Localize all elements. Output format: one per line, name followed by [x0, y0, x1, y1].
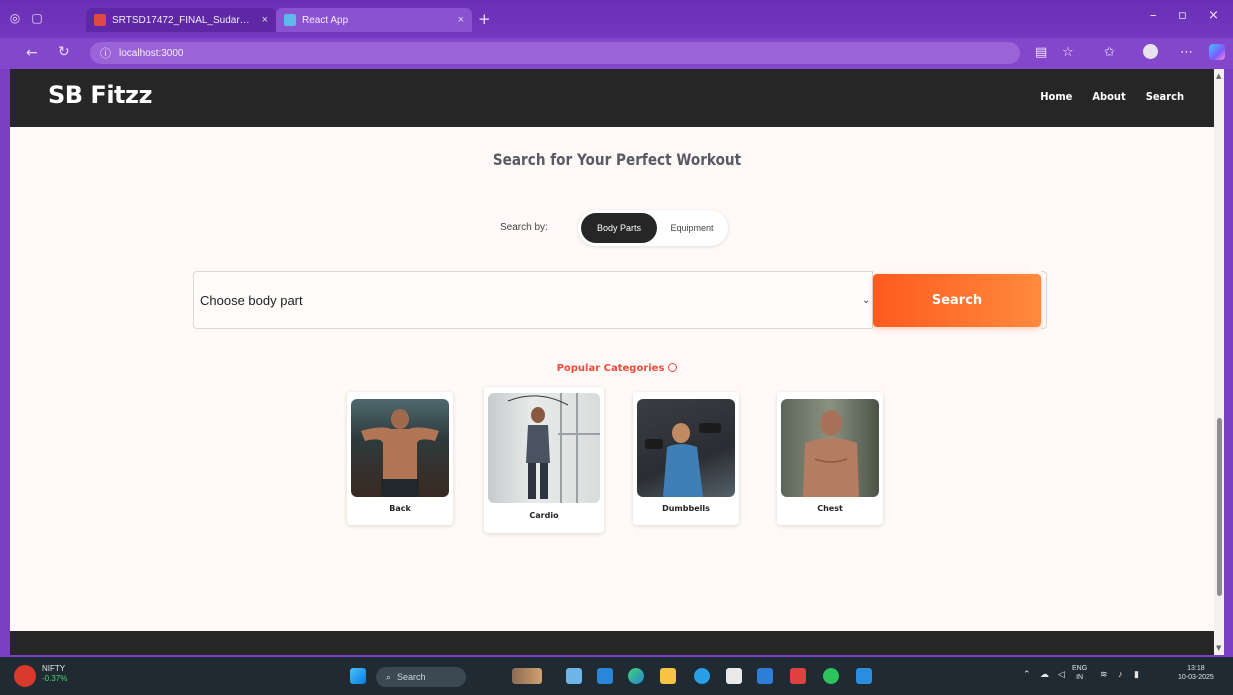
- battery-icon[interactable]: ▮: [1134, 670, 1139, 679]
- popular-categories-heading: Popular Categories: [10, 363, 1224, 374]
- stock-widget-icon[interactable]: [14, 665, 36, 687]
- nav-links: Home About Search: [1040, 90, 1184, 103]
- category-card-back[interactable]: Back: [347, 392, 453, 525]
- language-indicator[interactable]: ENG IN: [1072, 664, 1087, 682]
- lang-text: ENG: [1072, 665, 1088, 672]
- chevron-down-icon: ⌄: [862, 295, 871, 306]
- select-value: Choose body part: [200, 293, 303, 308]
- tab-react-app[interactable]: React App ×: [276, 8, 472, 32]
- tab-title: SRTSD17472_FINAL_Sudarshan_...: [112, 14, 252, 26]
- cloud-icon[interactable]: ☁: [1040, 670, 1049, 679]
- category-card-chest[interactable]: Chest: [777, 392, 883, 525]
- taskbar-search-text: Search: [397, 672, 426, 682]
- search-button[interactable]: Search: [873, 274, 1041, 327]
- toggle-equipment[interactable]: Equipment: [659, 213, 725, 243]
- react-favicon-icon: [284, 14, 296, 26]
- category-label: Back: [389, 504, 411, 513]
- chest-photo-illustration: [803, 410, 859, 497]
- app-red-icon[interactable]: [790, 668, 806, 684]
- clock-date: 10-03-2025: [1178, 674, 1214, 681]
- back-image: [351, 399, 449, 497]
- ticker-change: -0.37%: [42, 674, 68, 683]
- window-frame-left: [0, 69, 10, 657]
- maximize-icon[interactable]: ▫: [1178, 8, 1187, 23]
- refresh-icon[interactable]: ↻: [58, 44, 70, 60]
- url-text: localhost:3000: [119, 47, 184, 59]
- search-group-border: [1041, 271, 1047, 329]
- clock[interactable]: 13:18 10-03-2025: [1178, 664, 1214, 682]
- wifi-icon[interactable]: ≋: [1100, 670, 1108, 679]
- navbar: SB Fitzz Home About Search: [10, 69, 1224, 127]
- edge-browser-icon[interactable]: [628, 668, 644, 684]
- search-icon: ⌕: [386, 671, 392, 682]
- category-label: Dumbbells: [662, 504, 710, 513]
- nav-home-link[interactable]: Home: [1040, 90, 1072, 103]
- ticker-name: NIFTY: [42, 664, 66, 673]
- file-explorer-icon[interactable]: [660, 668, 676, 684]
- close-tab-icon[interactable]: ×: [262, 14, 268, 26]
- cardio-photo-illustration: [507, 393, 600, 503]
- chest-image: [781, 399, 879, 497]
- brand-logo[interactable]: SB Fitzz: [48, 81, 152, 109]
- category-label: Chest: [817, 504, 843, 513]
- tab-actions-icon[interactable]: ▢: [30, 11, 44, 25]
- fire-icon: [668, 363, 678, 372]
- edge-active-icon[interactable]: [694, 668, 710, 684]
- clock-time: 13:18: [1187, 665, 1205, 672]
- back-icon[interactable]: ←: [26, 45, 38, 61]
- mail-app-icon[interactable]: [597, 668, 613, 684]
- dumbbells-image: [637, 399, 735, 497]
- word-app-icon[interactable]: [757, 668, 773, 684]
- speaker-icon[interactable]: ◁: [1058, 670, 1065, 679]
- tray-overflow-icon[interactable]: ⌃: [1023, 670, 1031, 679]
- windows-start-icon[interactable]: [350, 668, 366, 684]
- toggle-body-parts[interactable]: Body Parts: [581, 213, 657, 243]
- reader-icon[interactable]: ▤: [1035, 45, 1047, 60]
- dumbbells-photo-illustration: [645, 423, 721, 497]
- copilot-icon[interactable]: [1209, 44, 1225, 60]
- volume-icon[interactable]: ♪: [1118, 670, 1123, 679]
- whatsapp-icon[interactable]: [823, 668, 839, 684]
- scrollbar-thumb[interactable]: [1217, 418, 1222, 596]
- address-bar[interactable]: ⓘ localhost:3000: [90, 42, 1020, 64]
- workspaces-icon[interactable]: ◎: [8, 11, 22, 25]
- tab-title: React App: [302, 14, 349, 26]
- minimize-icon[interactable]: –: [1150, 8, 1157, 23]
- category-card-dumbbells[interactable]: Dumbbells: [633, 392, 739, 525]
- nav-search-link[interactable]: Search: [1146, 90, 1184, 103]
- site-info-icon[interactable]: ⓘ: [100, 45, 111, 61]
- cardio-image: [488, 393, 600, 503]
- store-icon[interactable]: [726, 668, 742, 684]
- window-frame-right: [1224, 69, 1233, 657]
- stock-ticker[interactable]: NIFTY -0.37%: [42, 664, 67, 684]
- close-window-icon[interactable]: ×: [1208, 8, 1219, 23]
- profile-avatar[interactable]: [1143, 44, 1158, 59]
- vscode-icon[interactable]: [856, 668, 872, 684]
- tab-pdf-document[interactable]: SRTSD17472_FINAL_Sudarshan_... ×: [86, 8, 276, 32]
- favorites-icon[interactable]: ✩: [1104, 45, 1115, 60]
- close-tab-icon[interactable]: ×: [458, 14, 464, 26]
- popular-categories-text: Popular Categories: [556, 363, 665, 374]
- category-card-cardio[interactable]: Cardio: [484, 387, 604, 533]
- footer-bar: [10, 631, 1224, 655]
- task-view-icon[interactable]: [566, 668, 582, 684]
- scroll-down-arrow-icon[interactable]: ▼: [1216, 644, 1221, 652]
- pdf-icon: [94, 14, 106, 26]
- new-tab-icon[interactable]: +: [478, 10, 491, 28]
- more-menu-icon[interactable]: ⋯: [1180, 45, 1193, 60]
- web-page: SB Fitzz Home About Search Search for Yo…: [10, 69, 1224, 655]
- page-heading: Search for Your Perfect Workout: [492, 150, 742, 169]
- search-by-label: Search by:: [500, 222, 548, 233]
- taskbar-search[interactable]: ⌕ Search: [376, 667, 466, 687]
- widgets-icon[interactable]: [512, 668, 542, 684]
- bookmark-star-icon[interactable]: ☆: [1062, 45, 1074, 60]
- nav-about-link[interactable]: About: [1092, 90, 1125, 103]
- lang-region-text: IN: [1076, 674, 1084, 681]
- back-photo-illustration: [361, 409, 439, 497]
- category-label: Cardio: [529, 511, 559, 520]
- scroll-up-arrow-icon[interactable]: ▲: [1216, 72, 1221, 80]
